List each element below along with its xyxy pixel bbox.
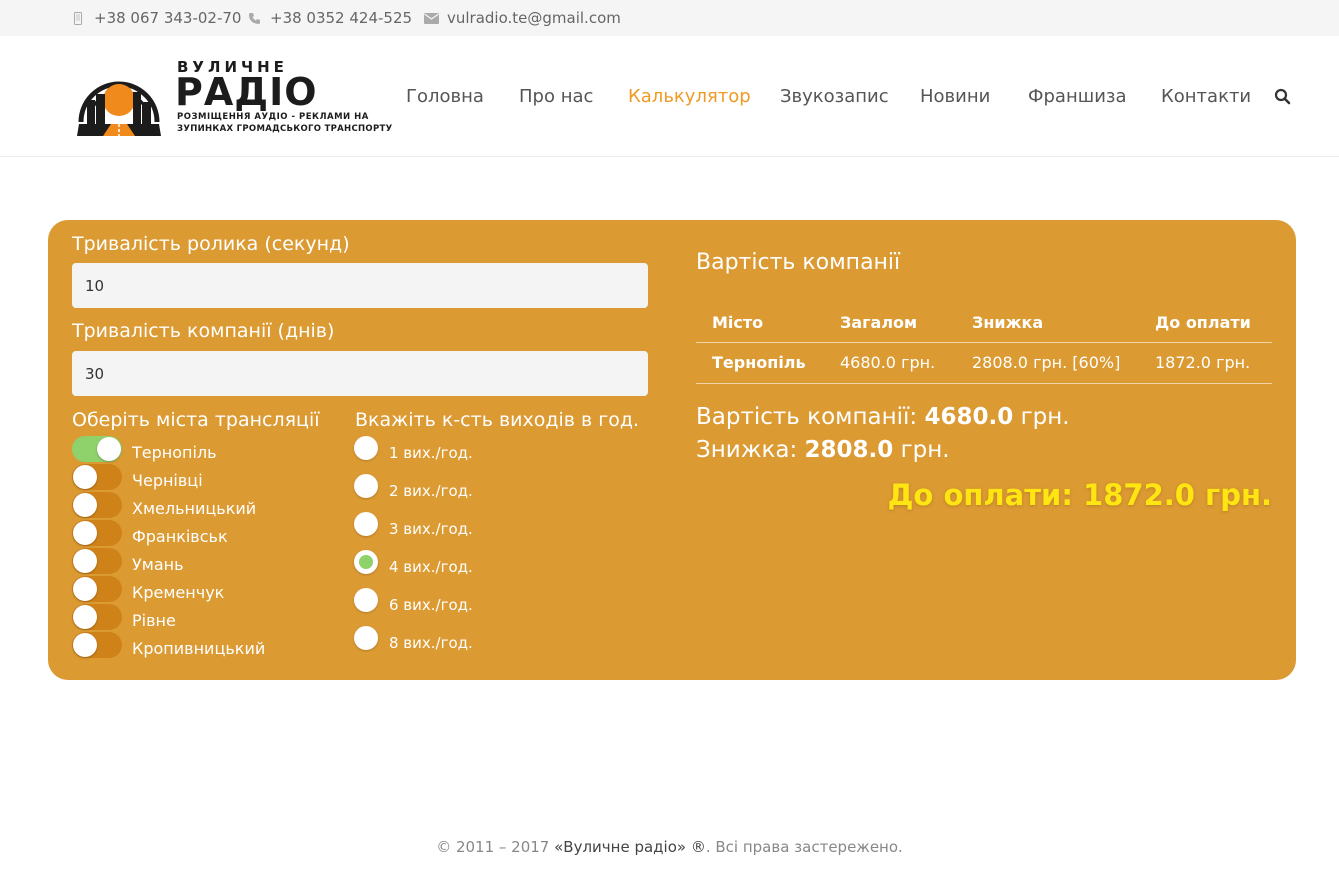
city-label-chernivtsi: Чернівці bbox=[132, 471, 203, 490]
footer-copyright: © 2011 – 2017 «Вуличне радіо» ®. Всі пра… bbox=[0, 838, 1339, 856]
cities-label: Оберіть міста трансляції bbox=[72, 409, 320, 431]
toggle-khmelnytskyi[interactable] bbox=[72, 492, 122, 518]
toggle-ternopil[interactable] bbox=[72, 436, 122, 462]
discount-summary: Знижка: 2808.0 грн. bbox=[696, 437, 950, 463]
toggle-chernivtsi[interactable] bbox=[72, 464, 122, 490]
toggle-knob bbox=[73, 465, 97, 489]
nav-item-about[interactable]: Про нас bbox=[519, 86, 593, 107]
toggle-rivne[interactable] bbox=[72, 604, 122, 630]
email-address: vulradio.te@gmail.com bbox=[447, 9, 621, 27]
toggle-knob bbox=[73, 605, 97, 629]
cell-to-pay: 1872.0 грн. bbox=[1139, 342, 1272, 384]
cell-total: 4680.0 грн. bbox=[824, 342, 956, 384]
freq-label-8: 8 вих./год. bbox=[389, 634, 473, 652]
city-label-ternopil: Тернопіль bbox=[132, 443, 217, 462]
freq-label-6: 6 вих./год. bbox=[389, 596, 473, 614]
cost-title: Вартість компанії bbox=[696, 250, 901, 275]
total-summary: Вартість компанії: 4680.0 грн. bbox=[696, 404, 1070, 430]
toggle-knob bbox=[73, 493, 97, 517]
discount-value: 2808.0 bbox=[804, 437, 894, 463]
toggle-knob bbox=[73, 577, 97, 601]
freq-label-1: 1 вих./год. bbox=[389, 444, 473, 462]
cost-table: Місто Загалом Знижка До оплати Тернопіль… bbox=[696, 304, 1272, 384]
radio-freq-4[interactable] bbox=[354, 550, 378, 574]
duration-label: Тривалість ролика (секунд) bbox=[72, 233, 350, 255]
freq-label-4: 4 вих./год. bbox=[389, 558, 473, 576]
logo-emblem-icon bbox=[77, 81, 161, 136]
discount-label: Знижка: bbox=[696, 437, 798, 463]
total-value: 4680.0 bbox=[924, 404, 1014, 430]
toggle-frankivsk[interactable] bbox=[72, 520, 122, 546]
column-header-discount: Знижка bbox=[956, 304, 1139, 343]
toggle-knob bbox=[73, 633, 97, 657]
contact-bar: +38 067 343-02-70 +38 0352 424-525 vulra… bbox=[0, 0, 1339, 36]
copyright-brand: «Вуличне радіо» ® bbox=[554, 838, 706, 856]
table-row: Тернопіль 4680.0 грн. 2808.0 грн. [60%] … bbox=[696, 342, 1272, 384]
amount-to-pay: До оплати: 1872.0 грн. bbox=[887, 478, 1272, 512]
days-input[interactable] bbox=[72, 351, 648, 396]
freq-label-2: 2 вих./год. bbox=[389, 482, 473, 500]
search-icon[interactable] bbox=[1274, 88, 1292, 106]
toggle-uman[interactable] bbox=[72, 548, 122, 574]
toggle-kropyvnytskyi[interactable] bbox=[72, 632, 122, 658]
logo-word-main: РАДІО bbox=[175, 70, 318, 114]
table-header-row: Місто Загалом Знижка До оплати bbox=[696, 304, 1272, 343]
calculator-panel: Тривалість ролика (секунд) Тривалість ко… bbox=[48, 220, 1296, 680]
envelope-icon bbox=[423, 12, 439, 24]
nav-item-home[interactable]: Головна bbox=[406, 86, 484, 107]
days-label: Тривалість компанії (днів) bbox=[72, 320, 335, 342]
phone-contact[interactable]: +38 0352 424-525 bbox=[246, 0, 412, 36]
radio-freq-6[interactable] bbox=[354, 588, 378, 612]
city-label-khmelnytskyi: Хмельницький bbox=[132, 499, 257, 518]
column-header-to-pay: До оплати bbox=[1139, 304, 1272, 343]
radio-freq-3[interactable] bbox=[354, 512, 378, 536]
discount-currency: грн. bbox=[900, 437, 950, 463]
city-label-kropyvnytskyi: Кропивницький bbox=[132, 639, 266, 658]
city-label-frankivsk: Франківськ bbox=[132, 527, 228, 546]
column-header-total: Загалом bbox=[824, 304, 956, 343]
radio-freq-8[interactable] bbox=[354, 626, 378, 650]
toggle-knob bbox=[73, 521, 97, 545]
logo-tagline-line2: ЗУПИНКАХ ГРОМАДСЬКОГО ТРАНСПОРТУ bbox=[177, 124, 393, 134]
city-label-kremenchuk: Кременчук bbox=[132, 583, 225, 602]
logo-tagline-line1: РОЗМІЩЕННЯ АУДІО - РЕКЛАМИ НА bbox=[177, 112, 369, 122]
mobile-icon bbox=[70, 11, 86, 25]
copyright-prefix: © 2011 – 2017 bbox=[436, 838, 555, 856]
city-label-uman: Умань bbox=[132, 555, 184, 574]
email-contact[interactable]: vulradio.te@gmail.com bbox=[423, 0, 621, 36]
toggle-knob bbox=[97, 437, 121, 461]
cell-discount: 2808.0 грн. [60%] bbox=[956, 342, 1139, 384]
nav-item-contacts[interactable]: Контакти bbox=[1161, 86, 1251, 107]
city-label-rivne: Рівне bbox=[132, 611, 176, 630]
copyright-suffix: . Всі права застережено. bbox=[705, 838, 903, 856]
radio-freq-1[interactable] bbox=[354, 436, 378, 460]
site-logo[interactable]: ВУЛИЧНЕ РАДІО РОЗМІЩЕННЯ АУДІО - РЕКЛАМИ… bbox=[73, 58, 392, 138]
nav-item-calculator[interactable]: Калькулятор bbox=[628, 86, 751, 107]
nav-item-news[interactable]: Новини bbox=[920, 86, 990, 107]
phone-icon bbox=[246, 12, 262, 25]
site-header: ВУЛИЧНЕ РАДІО РОЗМІЩЕННЯ АУДІО - РЕКЛАМИ… bbox=[0, 36, 1339, 157]
nav-item-franchise[interactable]: Франшиза bbox=[1028, 86, 1127, 107]
total-label: Вартість компанії: bbox=[696, 404, 918, 430]
cell-city: Тернопіль bbox=[696, 342, 824, 384]
frequency-label: Вкажіть к-сть виходів в год. bbox=[355, 409, 640, 431]
column-header-city: Місто bbox=[696, 304, 824, 343]
toggle-knob bbox=[73, 549, 97, 573]
duration-input[interactable] bbox=[72, 263, 648, 308]
mobile-contact[interactable]: +38 067 343-02-70 bbox=[70, 0, 241, 36]
radio-freq-2[interactable] bbox=[354, 474, 378, 498]
phone-number: +38 0352 424-525 bbox=[270, 9, 413, 27]
mobile-number: +38 067 343-02-70 bbox=[94, 9, 242, 27]
toggle-kremenchuk[interactable] bbox=[72, 576, 122, 602]
total-currency: грн. bbox=[1020, 404, 1070, 430]
freq-label-3: 3 вих./год. bbox=[389, 520, 473, 538]
nav-item-recording[interactable]: Звукозапис bbox=[780, 86, 889, 107]
